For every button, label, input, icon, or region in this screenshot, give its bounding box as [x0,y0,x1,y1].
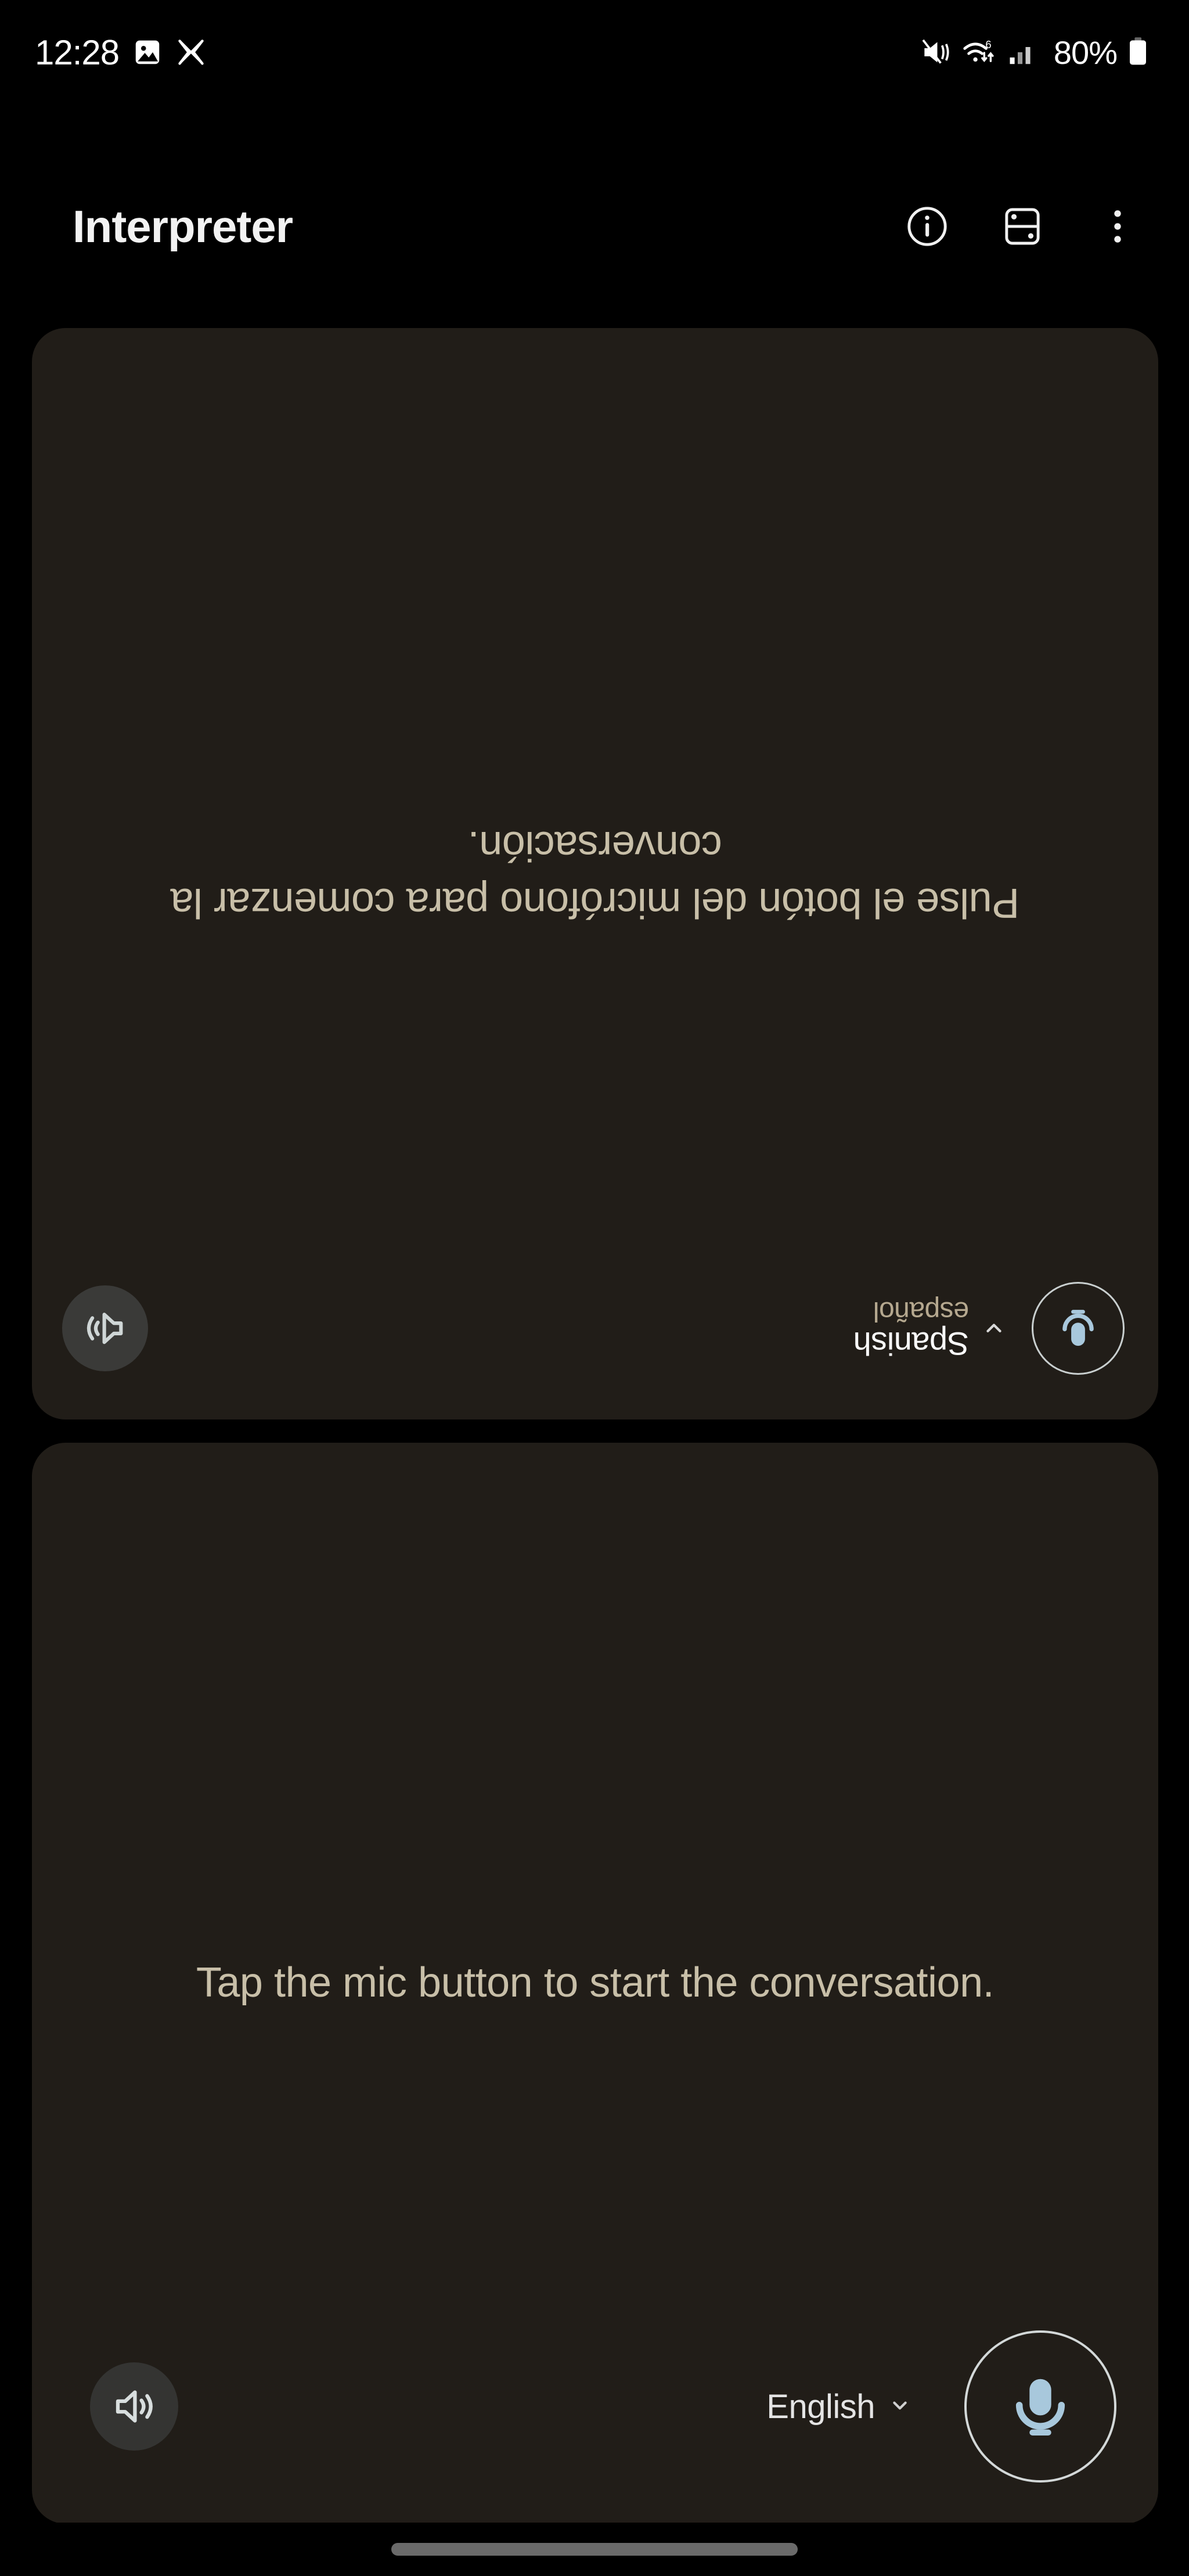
spanish-prompt-text: Pulse el botón del micrófono para comenz… [170,823,1020,926]
svg-text:6: 6 [985,38,991,51]
spanish-language-name: Spanish [853,1325,969,1363]
chevron-down-icon [981,1315,1007,1342]
page-title: Interpreter [73,200,293,252]
info-button[interactable] [902,201,952,251]
overflow-menu-button[interactable] [1093,201,1143,251]
info-icon [907,207,947,246]
spanish-language-selector[interactable]: Spanish español [853,1295,1007,1363]
english-mic-button[interactable] [964,2330,1116,2483]
status-bar: 12:28 6 80% [0,0,1189,105]
interpreter-screen: 12:28 6 80% Interpreter Spanish español … [0,0,1189,2576]
status-time: 12:28 [35,33,120,72]
english-panel-controls: English [32,2319,1158,2494]
navigation-bar [0,2523,1189,2576]
battery-icon [1130,37,1146,65]
split-screen-button[interactable] [997,201,1047,251]
x-app-icon [178,39,204,65]
status-bar-right: 6 80% [919,34,1148,71]
app-header: Interpreter [0,174,1189,279]
microphone-icon [1062,1310,1094,1346]
signal-bars-icon [1010,47,1031,64]
mute-vibrate-icon [922,39,949,64]
split-screen-icon [1005,208,1040,245]
status-bar-left: 12:28 [35,33,206,73]
english-language-label: English [766,2387,875,2426]
english-panel: Tap the mic button to start the conversa… [32,1443,1158,2524]
microphone-icon [1015,2379,1065,2436]
english-speaker-button[interactable] [90,2362,178,2451]
spanish-panel: Spanish español Pulse el botón del micró… [32,328,1158,1419]
speaker-on-icon [116,2390,153,2423]
spanish-mic-button[interactable] [1032,1282,1125,1375]
header-actions [902,201,1143,251]
photo-icon [135,40,160,64]
spanish-speaker-button[interactable] [62,1285,148,1371]
wifi-6-icon: 6 [963,38,994,63]
chevron-down-icon [888,2393,912,2420]
spanish-language-native: español [873,1295,969,1327]
english-language-selector[interactable]: English [752,2376,926,2438]
speaker-on-icon [87,1313,123,1344]
overflow-menu-icon [1114,210,1121,243]
spanish-panel-header: Spanish español [32,1267,1158,1389]
english-prompt-text: Tap the mic button to start the conversa… [196,1959,995,2006]
gesture-handle[interactable] [391,2543,798,2556]
battery-percent: 80% [1053,34,1118,71]
